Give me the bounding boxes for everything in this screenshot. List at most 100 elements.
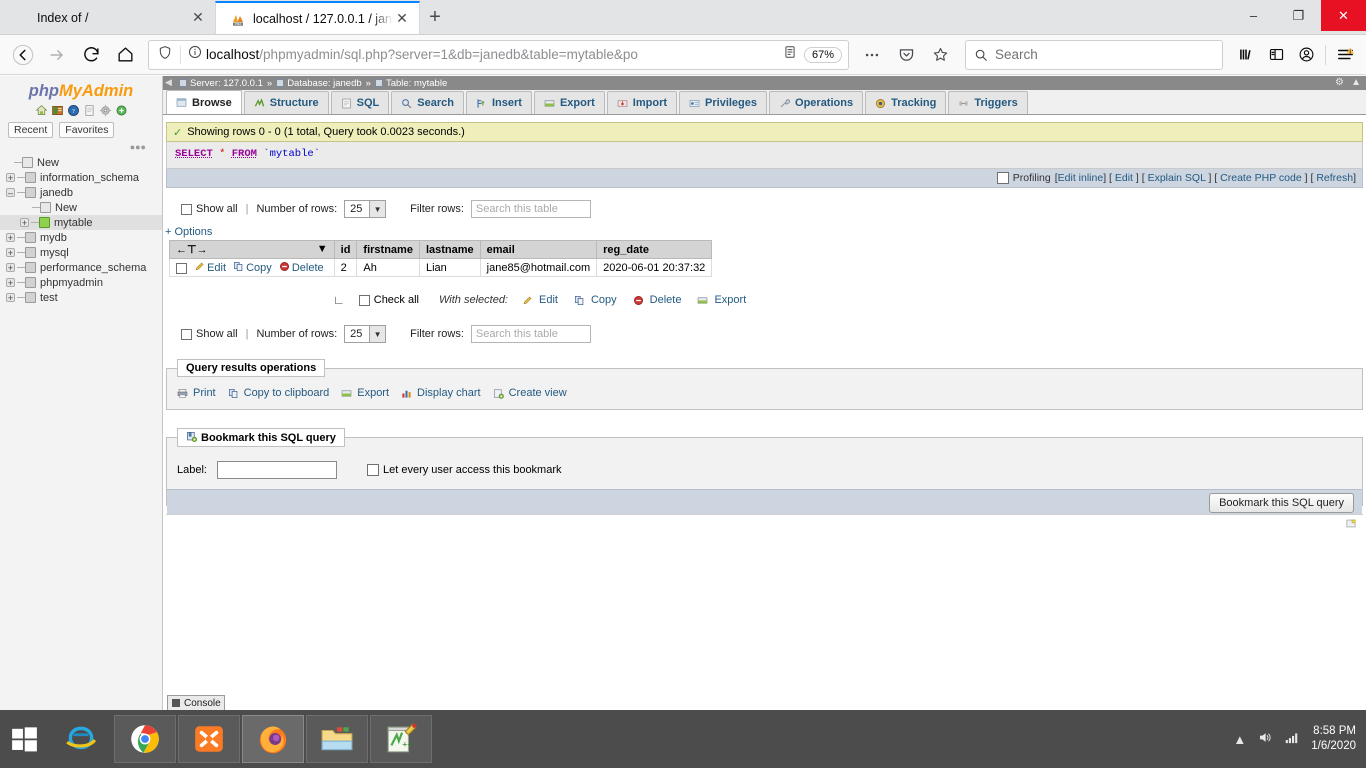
expander-icon[interactable]: +: [6, 263, 15, 273]
console-toggle[interactable]: Console: [167, 695, 225, 710]
server-icon[interactable]: [51, 104, 64, 117]
url-bar[interactable]: localhost/phpmyadmin/sql.php?server=1&db…: [148, 39, 849, 70]
copy-to-clipboard-link[interactable]: Copy to clipboard: [228, 387, 329, 399]
back-arrow-icon[interactable]: [6, 39, 40, 71]
favorites-pill[interactable]: Favorites: [59, 122, 115, 138]
reload-icon[interactable]: [74, 39, 108, 71]
column-header-lastname[interactable]: lastname: [418, 240, 481, 259]
display-chart-link[interactable]: Display chart: [401, 387, 481, 399]
sql-keyword-select[interactable]: SELECT: [175, 148, 213, 160]
show-all-checkbox-top[interactable]: [181, 203, 192, 215]
account-icon[interactable]: [1291, 40, 1321, 70]
reader-view-icon[interactable]: [778, 44, 802, 65]
recent-pill[interactable]: Recent: [8, 122, 54, 138]
tab-import[interactable]: Import: [606, 91, 678, 114]
options-toggle-link[interactable]: + Options: [165, 226, 1366, 238]
tree-item-phpmyadmin[interactable]: + phpmyadmin: [0, 275, 162, 290]
tab-browse[interactable]: Browse: [166, 90, 242, 114]
taskbar-clock[interactable]: 8:58 PM 1/6/2020: [1311, 724, 1356, 754]
minimize-button[interactable]: –: [1231, 0, 1276, 31]
pocket-icon[interactable]: [889, 39, 923, 71]
expander-icon[interactable]: +: [6, 248, 15, 258]
column-header-firstname[interactable]: firstname: [356, 240, 420, 259]
tree-item-mydb[interactable]: + mydb: [0, 230, 162, 245]
tree-item-new-table[interactable]: New: [0, 200, 162, 215]
bookmark-public-checkbox[interactable]: [366, 464, 379, 476]
settings-icon[interactable]: [99, 104, 112, 117]
expander-icon[interactable]: +: [20, 218, 29, 228]
phpmyadmin-logo[interactable]: phpMyAdmin: [0, 76, 162, 101]
close-tab-icon[interactable]: ✕: [393, 10, 411, 28]
expander-icon[interactable]: +: [6, 278, 15, 288]
tab-sql[interactable]: SQL: [330, 91, 390, 114]
collapse-icon[interactable]: ▲: [1351, 77, 1361, 88]
volume-icon[interactable]: [1257, 730, 1273, 748]
tree-item-test[interactable]: + test: [0, 290, 162, 305]
tree-item-new-root[interactable]: New: [0, 155, 162, 170]
check-all-checkbox[interactable]: [358, 294, 370, 306]
taskbar-item-google-chrome[interactable]: [114, 715, 176, 763]
taskbar-item-firefox[interactable]: [242, 715, 304, 763]
profiling-checkbox[interactable]: [996, 172, 1009, 184]
create-view-link[interactable]: Create view: [493, 387, 567, 399]
ellipsis-icon[interactable]: [855, 39, 889, 71]
tab-structure[interactable]: Structure: [243, 91, 329, 114]
check-all-label[interactable]: Check all: [374, 294, 419, 306]
refresh-icon[interactable]: [115, 104, 128, 117]
with-selected-delete[interactable]: Delete: [633, 294, 681, 306]
column-header-email[interactable]: email: [479, 240, 598, 259]
show-all-checkbox-bottom[interactable]: [181, 328, 192, 340]
filter-rows-input-top[interactable]: Search this table: [470, 200, 591, 218]
taskbar-item-file-explorer[interactable]: [306, 715, 368, 763]
column-header-regdate[interactable]: reg_date: [596, 240, 713, 259]
taskbar-item-xampp[interactable]: [178, 715, 240, 763]
row-copy-link[interactable]: Copy: [233, 262, 272, 274]
row-select-checkbox[interactable]: [176, 262, 187, 274]
with-selected-copy[interactable]: Copy: [574, 294, 617, 306]
tab-insert[interactable]: Insert: [465, 91, 532, 114]
edit-inline-link[interactable]: Edit inline: [1058, 172, 1104, 184]
tab-search[interactable]: Search: [391, 91, 464, 114]
breadcrumb-server[interactable]: Server: 127.0.0.1: [190, 78, 263, 89]
tab-tracking[interactable]: Tracking: [865, 91, 947, 114]
windows-start-icon[interactable]: [0, 710, 48, 768]
sort-header-cell[interactable]: ←⊤→ ▼: [169, 240, 335, 259]
browser-tab-phpmyadmin[interactable]: PMA localhost / 127.0.0.1 / janedb / ✕: [215, 1, 420, 34]
filter-rows-input-bottom[interactable]: Search this table: [470, 325, 591, 343]
zoom-level-badge[interactable]: 67%: [803, 46, 842, 63]
browser-tab-index-of[interactable]: Index of / ✕: [0, 1, 215, 34]
shield-icon[interactable]: [153, 45, 177, 65]
close-tab-icon[interactable]: ✕: [189, 9, 207, 27]
breadcrumb-table[interactable]: Table: mytable: [386, 78, 447, 89]
sidebar-icon[interactable]: [1261, 40, 1291, 70]
with-selected-edit[interactable]: Edit: [522, 294, 558, 306]
breadcrumb-database[interactable]: Database: janedb: [287, 78, 361, 89]
taskbar-item-notepad-plus-plus[interactable]: ++: [370, 715, 432, 763]
help-icon[interactable]: [83, 104, 96, 117]
edit-link[interactable]: Edit: [1115, 172, 1133, 184]
bookmark-submit-button[interactable]: Bookmark this SQL query: [1209, 492, 1354, 513]
tab-privileges[interactable]: Privileges: [679, 91, 768, 114]
url-text[interactable]: localhost/phpmyadmin/sql.php?server=1&db…: [206, 47, 778, 62]
docs-icon[interactable]: ?: [67, 104, 80, 117]
gear-icon[interactable]: ⚙: [1335, 77, 1344, 88]
hamburger-menu-icon[interactable]: [1330, 40, 1360, 70]
row-edit-link[interactable]: Edit: [194, 262, 226, 274]
tree-item-janedb[interactable]: – janedb: [0, 185, 162, 200]
create-php-code-link[interactable]: Create PHP code: [1220, 172, 1302, 184]
tab-operations[interactable]: Operations: [769, 91, 864, 114]
column-header-id[interactable]: id: [333, 240, 358, 259]
tab-export[interactable]: Export: [533, 91, 605, 114]
star-icon[interactable]: [923, 39, 957, 71]
with-selected-export[interactable]: Export: [697, 294, 746, 306]
maximize-button[interactable]: ❐: [1276, 0, 1321, 31]
explain-sql-link[interactable]: Explain SQL: [1148, 172, 1206, 184]
tree-item-mytable[interactable]: + mytable: [0, 215, 162, 230]
panel-collapse-icon[interactable]: ◀: [165, 78, 173, 87]
row-delete-link[interactable]: Delete: [279, 262, 324, 274]
bookmark-label-input[interactable]: [216, 461, 337, 479]
tree-item-information-schema[interactable]: + information_schema: [0, 170, 162, 185]
new-tab-button[interactable]: +: [420, 1, 450, 34]
tree-item-performance-schema[interactable]: + performance_schema: [0, 260, 162, 275]
chevron-down-icon[interactable]: ▼: [317, 243, 328, 255]
